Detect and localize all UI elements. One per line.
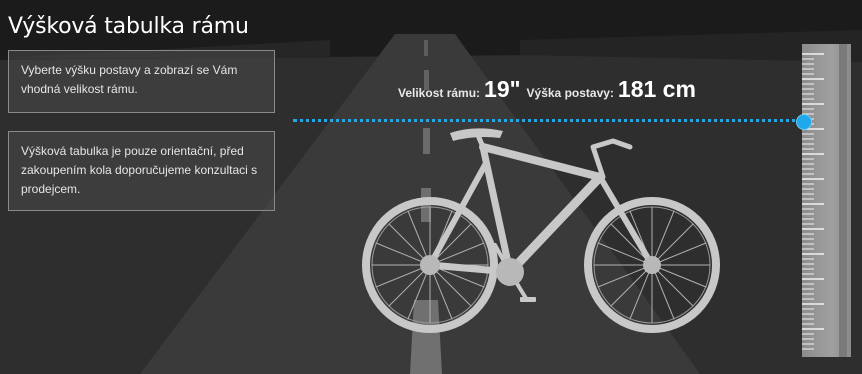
rider-height-value: 181 cm	[617, 76, 696, 102]
disclaimer-text: Výšková tabulka je pouze orientační, pře…	[21, 144, 258, 196]
rider-height-label: Výška postavy:	[526, 86, 614, 100]
page-title: Výšková tabulka rámu	[8, 14, 249, 39]
disclaimer-box: Výšková tabulka je pouze orientační, pře…	[8, 131, 275, 211]
frame-size-label: Velikost rámu:	[398, 86, 481, 100]
bicycle-icon	[362, 128, 720, 333]
size-readout: Velikost rámu: 19" Výška postavy: 181 cm	[398, 76, 702, 103]
instruction-box: Vyberte výšku postavy a zobrazí se Vám v…	[8, 50, 275, 113]
height-indicator-line	[293, 119, 803, 122]
ruler-edge	[839, 44, 847, 357]
height-ruler	[802, 44, 851, 357]
height-slider-handle[interactable]	[796, 114, 812, 130]
height-chart-widget: Výšková tabulka rámu Vyberte výšku posta…	[0, 0, 862, 374]
frame-size-value: 19"	[484, 76, 521, 102]
instruction-text: Vyberte výšku postavy a zobrazí se Vám v…	[21, 63, 238, 96]
